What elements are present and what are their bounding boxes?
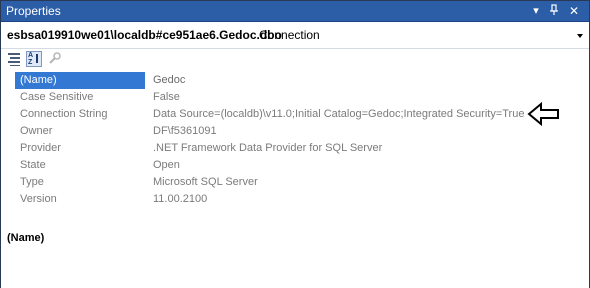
properties-window: Properties ▾ ✕ esbsa019910we01\localdb#c…	[0, 0, 590, 288]
property-label: (Name)	[15, 72, 145, 89]
property-row-name[interactable]: (Name) Gedoc	[15, 72, 587, 89]
description-pane: (Name)	[1, 213, 589, 288]
property-value[interactable]: Data Source=(localdb)\v11.0;Initial Cata…	[153, 106, 583, 123]
property-pages-button[interactable]	[47, 51, 63, 67]
description-title: (Name)	[7, 232, 45, 244]
categorized-button[interactable]	[6, 51, 22, 67]
property-value[interactable]: Microsoft SQL Server	[153, 174, 583, 191]
property-label: Provider	[20, 142, 61, 154]
property-row-type[interactable]: Type Microsoft SQL Server	[15, 174, 587, 191]
selected-object-name: esbsa019910we01\localdb#ce951ae6.Gedoc.d…	[7, 28, 282, 42]
wrench-icon	[49, 52, 61, 64]
property-value[interactable]: 11.00.2100	[153, 191, 583, 208]
alphabetical-button[interactable]: A Z	[26, 51, 42, 67]
property-grid: (Name) Gedoc Case Sensitive False Connec…	[15, 72, 587, 208]
property-row-state[interactable]: State Open	[15, 157, 587, 174]
property-value[interactable]: Gedoc	[153, 72, 583, 89]
property-label: Version	[20, 193, 57, 205]
property-row-connection-string[interactable]: Connection String Data Source=(localdb)\…	[15, 106, 587, 123]
left-arrow-icon	[527, 102, 559, 126]
property-row-provider[interactable]: Provider .NET Framework Data Provider fo…	[15, 140, 587, 157]
property-label: Case Sensitive	[20, 91, 94, 103]
property-row-owner[interactable]: Owner DF\f5361091	[15, 123, 587, 140]
property-row-version[interactable]: Version 11.00.2100	[15, 191, 587, 208]
title-bar[interactable]: Properties ▾ ✕	[1, 1, 589, 22]
property-label: Connection String	[20, 108, 108, 120]
chevron-down-icon[interactable]	[577, 34, 583, 38]
properties-toolbar: A Z	[1, 49, 589, 69]
object-selector[interactable]: esbsa019910we01\localdb#ce951ae6.Gedoc.d…	[1, 23, 589, 49]
property-value[interactable]: Open	[153, 157, 583, 174]
dropdown-icon[interactable]: ▾	[529, 4, 543, 18]
property-value[interactable]: False	[153, 89, 583, 106]
pin-icon[interactable]	[547, 4, 561, 18]
property-label: Owner	[20, 125, 53, 137]
selected-object-type: Connection	[259, 28, 320, 42]
property-row-case-sensitive[interactable]: Case Sensitive False	[15, 89, 587, 106]
window-title: Properties	[6, 4, 61, 18]
property-label: State	[20, 159, 46, 171]
property-value[interactable]: .NET Framework Data Provider for SQL Ser…	[153, 140, 583, 157]
close-icon[interactable]: ✕	[567, 4, 581, 18]
property-value[interactable]: DF\f5361091	[153, 123, 583, 140]
property-label: Type	[20, 176, 44, 188]
